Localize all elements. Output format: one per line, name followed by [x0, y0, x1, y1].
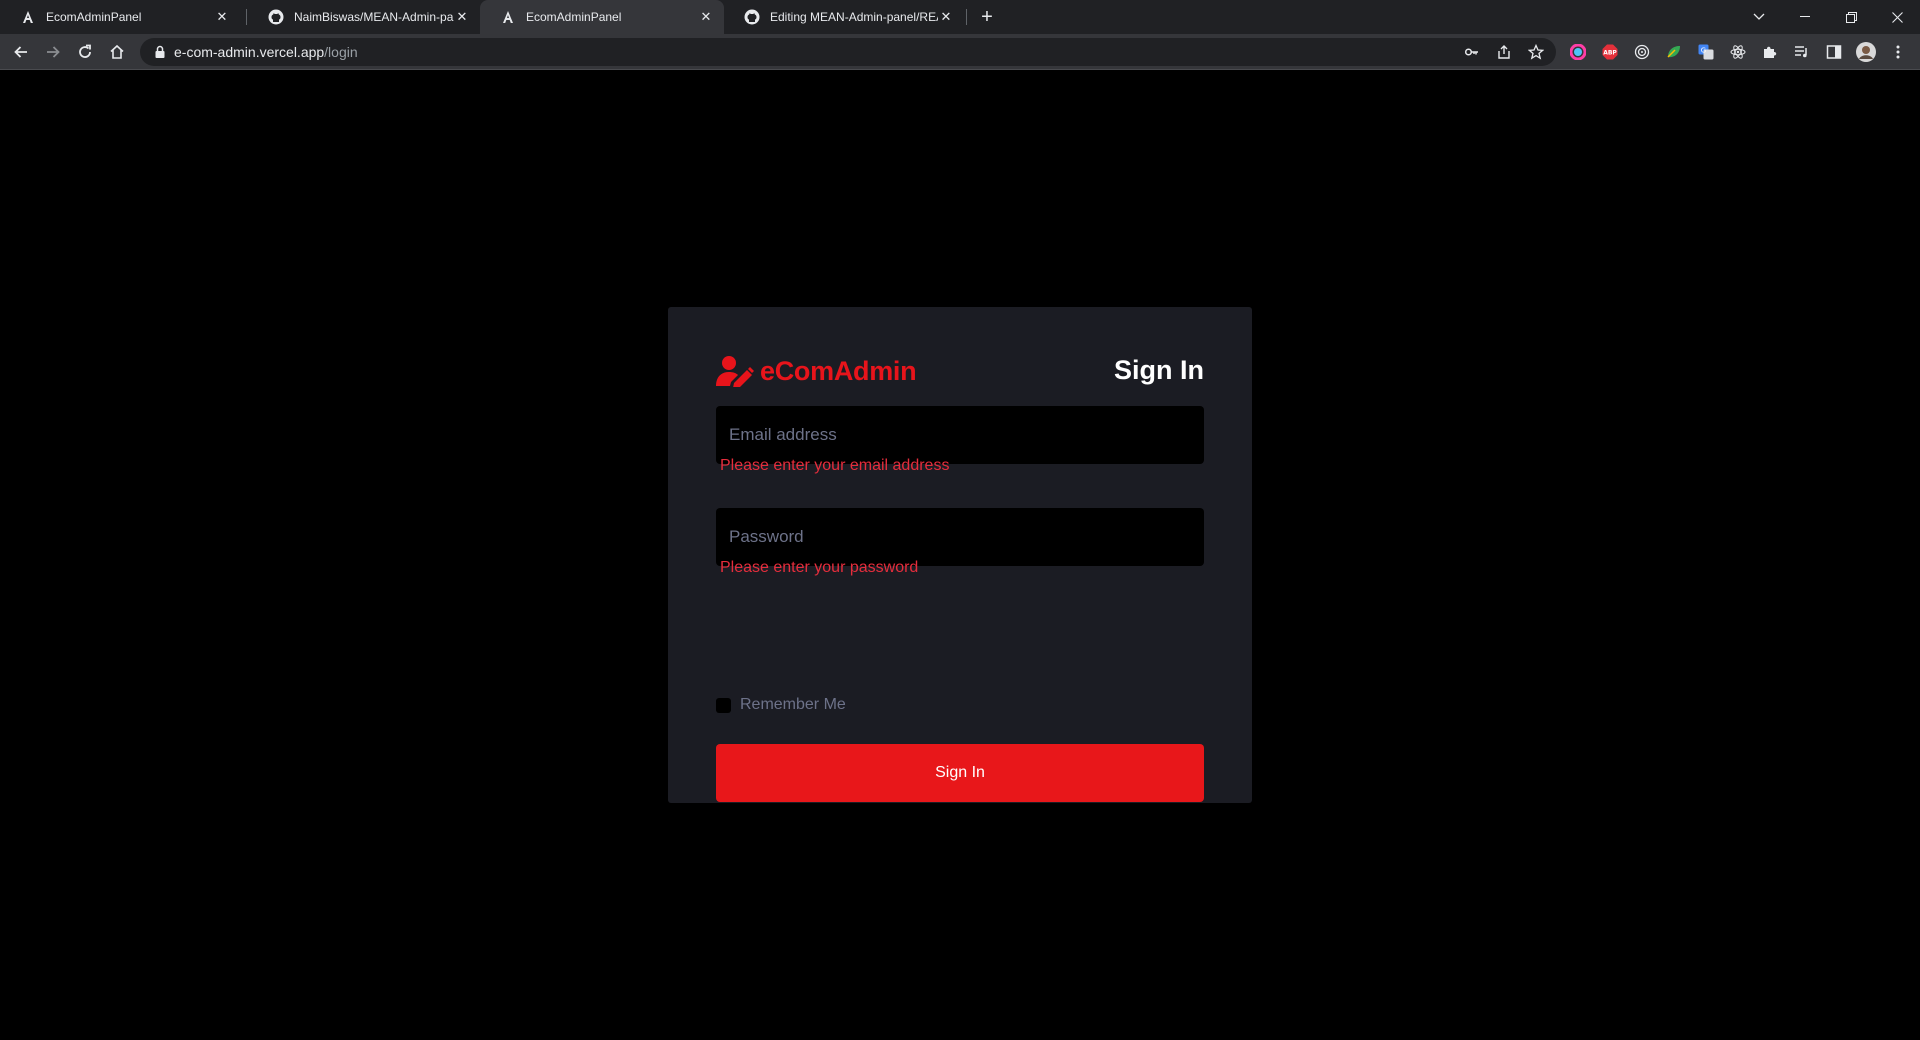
url-host: e-com-admin.vercel.app	[174, 44, 325, 60]
close-tab-icon[interactable]: ✕	[938, 9, 954, 25]
email-error-message: Please enter your email address	[720, 457, 950, 474]
email-input[interactable]	[716, 406, 1204, 464]
sign-in-button[interactable]: Sign In	[716, 744, 1204, 802]
remember-me-label[interactable]: Remember Me	[740, 696, 846, 714]
color-picker-extension-icon[interactable]	[1568, 42, 1588, 62]
close-tab-icon[interactable]: ✕	[214, 9, 230, 25]
tab-divider	[966, 9, 967, 25]
close-tab-icon[interactable]: ✕	[454, 9, 470, 25]
page-title: Sign In	[1114, 355, 1204, 385]
key-icon[interactable]	[1464, 44, 1480, 60]
github-icon	[268, 9, 284, 25]
password-error-message: Please enter your password	[720, 559, 919, 576]
new-tab-button[interactable]: +	[976, 7, 998, 29]
browser-menu-icon[interactable]	[1888, 42, 1908, 62]
tab-title: EcomAdminPanel	[46, 10, 142, 24]
side-panel-icon[interactable]	[1824, 42, 1844, 62]
tab-github-editing-readme[interactable]: Editing MEAN-Admin-panel/README ✕	[724, 0, 964, 34]
url-path: /login	[324, 44, 358, 60]
tab-ecomadminpanel-active[interactable]: EcomAdminPanel ✕	[480, 0, 724, 34]
reload-icon[interactable]	[72, 39, 98, 65]
react-devtools-icon[interactable]	[1728, 42, 1748, 62]
remember-me-control[interactable]: Remember Me	[716, 695, 846, 715]
password-input[interactable]	[716, 508, 1204, 566]
leaf-extension-icon[interactable]	[1664, 42, 1684, 62]
login-card: eComAdmin Sign In Please enter your emai…	[668, 307, 1252, 803]
tab-divider	[246, 9, 247, 25]
adblock-plus-icon[interactable]: ABP	[1600, 42, 1620, 62]
page-viewport: eComAdmin Sign In Please enter your emai…	[0, 70, 1920, 1040]
back-arrow-icon[interactable]	[8, 39, 34, 65]
angular-a-icon	[500, 9, 516, 25]
login-card-header: eComAdmin Sign In	[716, 353, 1204, 389]
browser-toolbar: e-com-admin.vercel.app/login ABP G	[0, 34, 1920, 70]
media-queue-icon[interactable]	[1792, 42, 1812, 62]
lock-icon[interactable]	[152, 44, 168, 60]
tab-github-mean-admin-panel[interactable]: NaimBiswas/MEAN-Admin-panel ✕	[248, 0, 480, 34]
bookmark-star-icon[interactable]	[1528, 44, 1544, 60]
home-icon[interactable]	[104, 39, 130, 65]
tab-title: EcomAdminPanel	[526, 10, 622, 24]
close-window-icon[interactable]	[1874, 0, 1920, 34]
target-extension-icon[interactable]	[1632, 42, 1652, 62]
brand-logo: eComAdmin	[716, 353, 917, 389]
svg-text:G: G	[1701, 47, 1706, 55]
forward-arrow-icon[interactable]	[40, 39, 66, 65]
address-bar[interactable]: e-com-admin.vercel.app/login	[140, 38, 1556, 66]
tab-title: Editing MEAN-Admin-panel/README	[770, 10, 938, 24]
angular-a-icon	[20, 9, 36, 25]
tab-title: NaimBiswas/MEAN-Admin-panel	[294, 10, 454, 24]
google-translate-icon[interactable]: G	[1696, 42, 1716, 62]
share-icon[interactable]	[1496, 44, 1512, 60]
user-edit-icon	[716, 356, 754, 387]
profile-avatar[interactable]	[1856, 42, 1876, 62]
remember-me-checkbox[interactable]	[716, 697, 731, 713]
url-text: e-com-admin.vercel.app/login	[174, 44, 358, 60]
brand-name: eComAdmin	[760, 355, 917, 386]
tab-ecomadminpanel-1[interactable]: EcomAdminPanel ✕	[0, 0, 240, 34]
tab-strip: EcomAdminPanel ✕ NaimBiswas/MEAN-Admin-p…	[0, 0, 1920, 34]
close-tab-icon[interactable]: ✕	[698, 9, 714, 25]
svg-text:ABP: ABP	[1603, 50, 1617, 57]
minimize-window-icon[interactable]	[1782, 0, 1828, 34]
restore-window-icon[interactable]	[1828, 0, 1874, 34]
extensions-puzzle-icon[interactable]	[1760, 42, 1780, 62]
github-icon	[744, 9, 760, 25]
tab-search-chevron-down-icon[interactable]	[1736, 0, 1782, 34]
